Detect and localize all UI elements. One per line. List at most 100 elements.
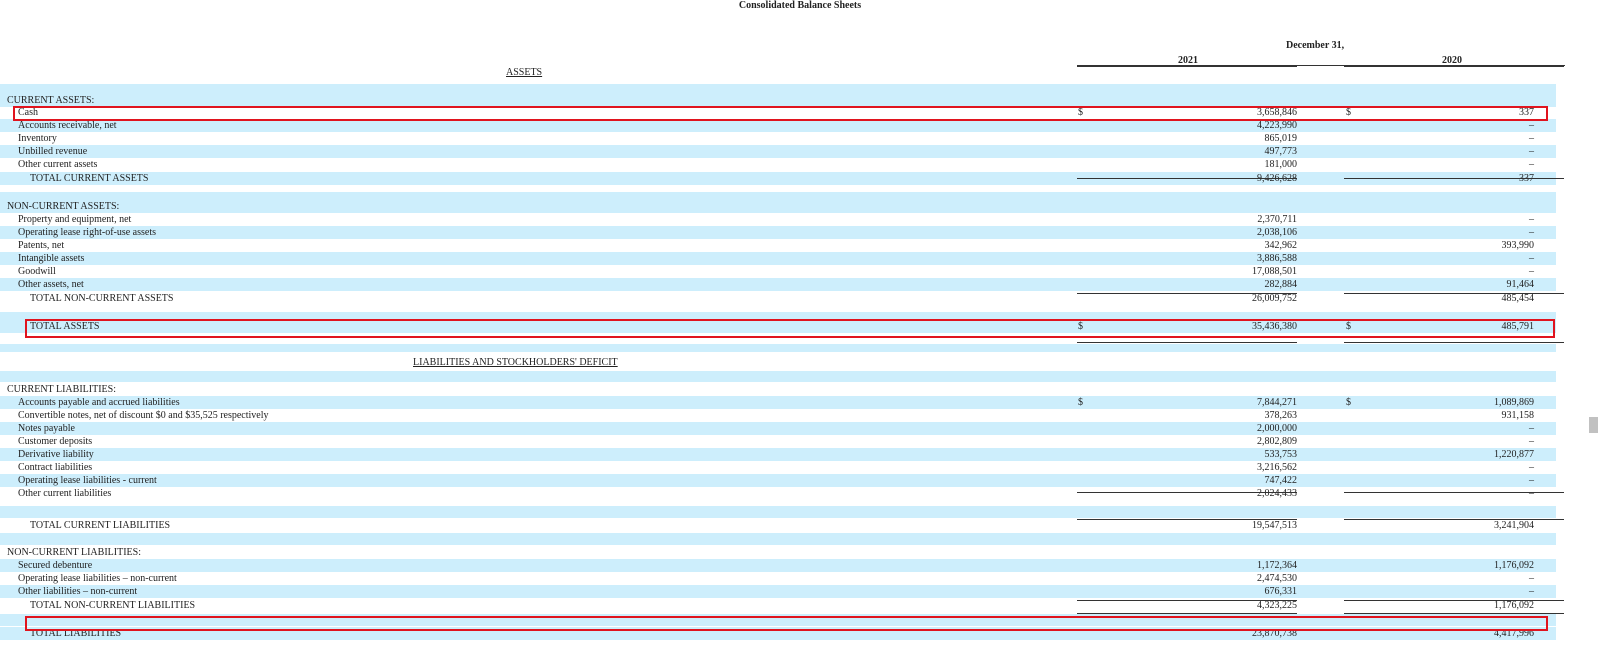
value-2020: – — [1529, 159, 1534, 170]
row-label: Other current assets — [18, 159, 98, 170]
value-2020: – — [1529, 133, 1534, 144]
spacer-band — [0, 192, 1556, 200]
table-row: Other current liabilities 2,024,433 – — [0, 487, 1556, 500]
value-2021: 378,263 — [1264, 410, 1298, 421]
value-2021: 2,024,433 — [1257, 488, 1297, 499]
row-label: Patents, net — [18, 240, 65, 251]
value-2021: 2,370,711 — [1257, 214, 1297, 225]
table-row: Other assets, net 282,884 91,464 — [0, 278, 1556, 291]
value-2020: 931,158 — [1501, 410, 1535, 421]
subtotal-rule — [1344, 613, 1564, 614]
value-2021: 19,547,513 — [1252, 520, 1297, 531]
value-2020: – — [1529, 586, 1534, 597]
value-2020: 1,089,869 — [1494, 397, 1534, 408]
table-row: TOTAL CURRENT ASSETS 9,426,628 337 — [0, 172, 1556, 185]
subtotal-rule — [1344, 600, 1564, 601]
table-row: TOTAL CURRENT LIABILITIES 19,547,513 3,241… — [0, 519, 1556, 532]
table-row: Patents, net 342,962 393,990 — [0, 239, 1556, 252]
column-header-2020: 2020 — [1442, 55, 1462, 66]
table-row: Unbilled revenue 497,773 – — [0, 145, 1556, 158]
table-row: Accounts payable and accrued liabilities… — [0, 396, 1556, 409]
row-label: Intangible assets — [18, 253, 85, 264]
value-2020: – — [1529, 214, 1534, 225]
row-label: TOTAL CURRENT ASSETS — [30, 173, 149, 184]
subtotal-rule — [1077, 600, 1297, 601]
subtotal-rule — [1077, 613, 1297, 614]
value-2020: 1,176,092 — [1494, 560, 1534, 571]
table-row: Secured debenture 1,172,364 1,176,092 — [0, 559, 1556, 572]
value-2020: – — [1529, 227, 1534, 238]
row-label: NON-CURRENT LIABILITIES: — [7, 547, 141, 558]
value-2021: 2,802,809 — [1257, 436, 1297, 447]
value-2020: – — [1529, 253, 1534, 264]
row-label: Operating lease liabilities – non-curren… — [18, 573, 177, 584]
value-2021: 7,844,271 — [1257, 397, 1297, 408]
row-label: Notes payable — [18, 423, 75, 434]
value-2021: 497,773 — [1264, 146, 1298, 157]
table-row: Property and equipment, net 2,370,711 – — [0, 213, 1556, 226]
row-label: Derivative liability — [18, 449, 94, 460]
value-2021: 342,962 — [1264, 240, 1298, 251]
row-label: Property and equipment, net — [18, 214, 132, 225]
table-row: Notes payable 2,000,000 – — [0, 422, 1556, 435]
value-2020: – — [1529, 436, 1534, 447]
table-row: Intangible assets 3,886,588 – — [0, 252, 1556, 265]
highlight-cash-row — [13, 106, 1548, 121]
value-2021: 676,331 — [1264, 586, 1298, 597]
balance-sheet-page: Consolidated Balance Sheets December 31,… — [0, 0, 1600, 661]
table-row: Operating lease right-of-use assets 2,038… — [0, 226, 1556, 239]
value-2021: 3,216,562 — [1257, 462, 1297, 473]
subtotal-rule — [1077, 293, 1297, 294]
row-label: TOTAL CURRENT LIABILITIES — [30, 520, 171, 531]
value-2021: 747,422 — [1264, 475, 1298, 486]
row-label: Customer deposits — [18, 436, 93, 447]
value-2020: 91,464 — [1506, 279, 1535, 290]
table-row: TOTAL NON-CURRENT LIABILITIES 4,323,225 1,… — [0, 599, 1556, 612]
page-title: Consolidated Balance Sheets — [738, 0, 862, 11]
highlight-total-assets-row — [25, 319, 1555, 338]
value-2020: – — [1529, 573, 1534, 584]
column-header-rule-2021 — [1077, 66, 1297, 67]
subtotal-rule — [1077, 519, 1297, 520]
value-2021: 282,884 — [1264, 279, 1298, 290]
scrollbar-thumb[interactable] — [1589, 417, 1598, 433]
value-2021: 1,172,364 — [1257, 560, 1297, 571]
value-2021: 533,753 — [1264, 449, 1298, 460]
value-2020: 3,241,904 — [1494, 520, 1534, 531]
total-rule — [1344, 342, 1564, 343]
subtotal-rule — [1344, 519, 1564, 520]
value-2021: 2,000,000 — [1257, 423, 1297, 434]
table-row: Customer deposits 2,802,809 – — [0, 435, 1556, 448]
row-label: TOTAL NON-CURRENT LIABILITIES — [30, 600, 196, 611]
value-2021: 17,088,501 — [1252, 266, 1297, 277]
row-label: Unbilled revenue — [18, 146, 88, 157]
table-row: Contract liabilities 3,216,562 – — [0, 461, 1556, 474]
column-header-rule-2020 — [1344, 66, 1564, 67]
row-label: Operating lease liabilities - current — [18, 475, 157, 486]
value-2020: – — [1529, 488, 1534, 499]
row-label: Secured debenture — [18, 560, 93, 571]
value-2020: – — [1529, 462, 1534, 473]
table-row: Operating lease liabilities - current 747… — [0, 474, 1556, 487]
table-row: Convertible notes, net of discount $0 an… — [0, 409, 1556, 422]
row-label: Goodwill — [18, 266, 56, 277]
subtotal-rule — [1344, 492, 1564, 493]
subtotal-rule — [1344, 293, 1564, 294]
table-row: Operating lease liabilities – non-curren… — [0, 572, 1556, 585]
row-label: Other liabilities – non-current — [18, 586, 138, 597]
subtotal-rule — [1344, 178, 1564, 179]
value-2021: 3,886,588 — [1257, 253, 1297, 264]
row-label: Accounts payable and accrued liabilities — [18, 397, 180, 408]
value-2020: – — [1529, 423, 1534, 434]
row-label: Operating lease right-of-use assets — [18, 227, 157, 238]
table-row: Other liabilities – non-current 676,331 – — [0, 585, 1556, 598]
table-row: Derivative liability 533,753 1,220,877 — [0, 448, 1556, 461]
subtotal-rule — [1077, 492, 1297, 493]
subtotal-rule — [1077, 178, 1297, 179]
period-header: December 31, — [1286, 40, 1345, 51]
table-row: Goodwill 17,088,501 – — [0, 265, 1556, 278]
value-2021: 2,474,530 — [1257, 573, 1297, 584]
column-header-2021: 2021 — [1178, 55, 1198, 66]
row-label: CURRENT LIABILITIES: — [7, 384, 116, 395]
currency-symbol-2021: $ — [1078, 397, 1083, 408]
